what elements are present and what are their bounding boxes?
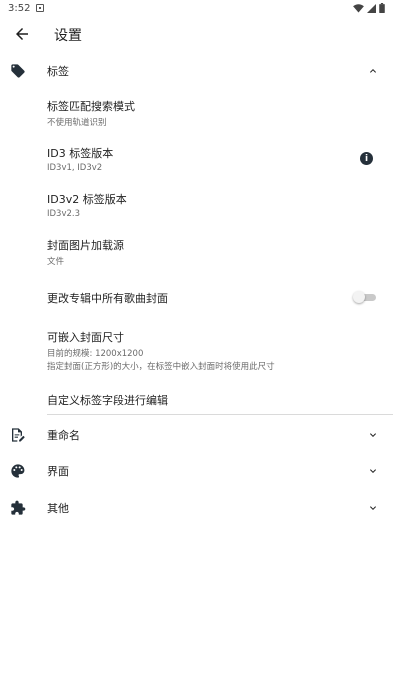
battery-icon xyxy=(379,3,385,13)
status-bar: 3:52 xyxy=(0,0,393,16)
wifi-icon xyxy=(353,3,364,13)
status-time: 3:52 xyxy=(8,2,31,14)
switch-thumb xyxy=(353,291,365,303)
tag-icon xyxy=(11,64,25,78)
page-title: 设置 xyxy=(54,28,82,44)
pref-change-album-covers-title: 更改专辑中所有歌曲封面 xyxy=(47,292,168,305)
pref-cover-source[interactable]: 封面图片加载源 文件 xyxy=(0,231,393,271)
puzzle-icon xyxy=(11,500,26,515)
divider xyxy=(47,414,393,415)
pref-id3-version-title: ID3 标签版本 xyxy=(47,147,114,160)
chevron-down-icon xyxy=(370,506,376,510)
section-interface-label: 界面 xyxy=(47,465,69,478)
top-app-bar: 设置 xyxy=(0,16,393,52)
pref-match-mode-summary: 不使用轨道识别 xyxy=(47,118,107,128)
info-icon[interactable]: i xyxy=(360,152,373,165)
pref-embed-cover-size-summary-2: 指定封面(正方形)的大小，在标签中嵌入封面时将使用此尺寸 xyxy=(47,362,275,372)
pref-custom-fields[interactable]: 自定义标签字段进行编辑 xyxy=(0,386,393,412)
section-other-label: 其他 xyxy=(47,502,69,515)
section-other-header[interactable]: 其他 xyxy=(0,493,393,523)
pref-id3-version[interactable]: ID3 标签版本 ID3v1, ID3v2 i xyxy=(0,139,393,179)
pref-change-album-covers[interactable]: 更改专辑中所有歌曲封面 xyxy=(0,282,393,312)
pref-match-mode[interactable]: 标签匹配搜索模式 不使用轨道识别 xyxy=(0,92,393,132)
pref-embed-cover-size[interactable]: 可嵌入封面尺寸 目前的规模: 1200x1200 指定封面(正方形)的大小，在标… xyxy=(0,324,393,376)
section-rename-label: 重命名 xyxy=(47,429,80,442)
pref-id3v2-version-summary: ID3v2.3 xyxy=(47,209,81,219)
section-tags-header[interactable]: 标签 xyxy=(0,56,393,86)
signal-icon xyxy=(367,3,376,13)
file-edit-icon xyxy=(12,428,25,442)
pref-embed-cover-size-title: 可嵌入封面尺寸 xyxy=(47,331,124,344)
chevron-down-icon xyxy=(370,469,376,473)
pref-custom-fields-title: 自定义标签字段进行编辑 xyxy=(47,394,168,407)
change-album-covers-switch[interactable] xyxy=(353,291,377,303)
chevron-down-icon xyxy=(370,433,376,437)
pref-cover-source-title: 封面图片加载源 xyxy=(47,239,124,252)
notification-icon xyxy=(36,4,45,12)
pref-cover-source-summary: 文件 xyxy=(47,257,65,267)
arrow-back-icon xyxy=(16,28,28,40)
pref-embed-cover-size-summary-1: 目前的规模: 1200x1200 xyxy=(47,349,144,359)
pref-match-mode-title: 标签匹配搜索模式 xyxy=(47,100,135,113)
section-tags-label: 标签 xyxy=(47,65,69,78)
pref-id3v2-version[interactable]: ID3v2 标签版本 ID3v2.3 xyxy=(0,185,393,225)
section-rename-header[interactable]: 重命名 xyxy=(0,420,393,450)
back-button[interactable] xyxy=(10,22,34,46)
section-interface-header[interactable]: 界面 xyxy=(0,456,393,486)
pref-id3-version-summary: ID3v1, ID3v2 xyxy=(47,163,103,173)
chevron-up-icon xyxy=(370,69,376,73)
pref-id3v2-version-title: ID3v2 标签版本 xyxy=(47,193,127,206)
palette-icon xyxy=(11,464,25,478)
